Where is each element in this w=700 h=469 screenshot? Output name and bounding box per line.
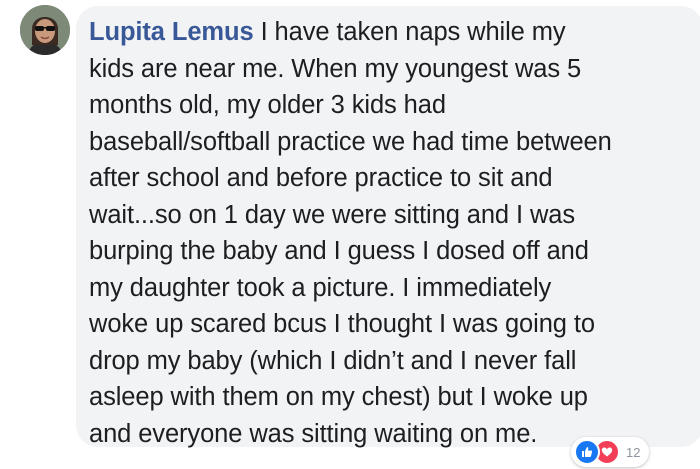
like-icon [574,439,600,465]
comment: Lupita Lemus I have taken naps while my … [0,0,700,469]
comment-line: drop my baby (which I didn’t and I never… [89,346,577,375]
avatar-photo-icon [20,5,70,55]
comment-line: my daughter took a picture. I immediatel… [89,273,552,302]
comment-line: burping the baby and I guess I dosed off… [89,237,589,265]
comment-line: wait...so on 1 day we were sitting and I… [89,200,576,229]
comment-line: woke up scared bcus I thought I was goin… [89,310,595,338]
reactions-summary[interactable]: 12 [571,437,650,467]
comment-body: Lupita Lemus I have taken naps while my … [89,14,689,452]
comment-line: months old, my older 3 kids had [89,91,446,119]
comment-line: Lupita Lemus I have taken naps while my [89,14,689,51]
comment-line: asleep with them on my chest) but I woke… [89,383,588,411]
avatar[interactable] [20,5,70,55]
comment-line: kids are near me. When my youngest was 5 [89,54,582,83]
reaction-count: 12 [626,444,641,460]
author-name-link[interactable]: Lupita Lemus [89,18,254,46]
comment-line: baseball/softball practice we had time b… [89,127,612,156]
comment-line: after school and before practice to sit … [89,164,553,192]
comment-text: I have taken naps while my [253,18,566,46]
